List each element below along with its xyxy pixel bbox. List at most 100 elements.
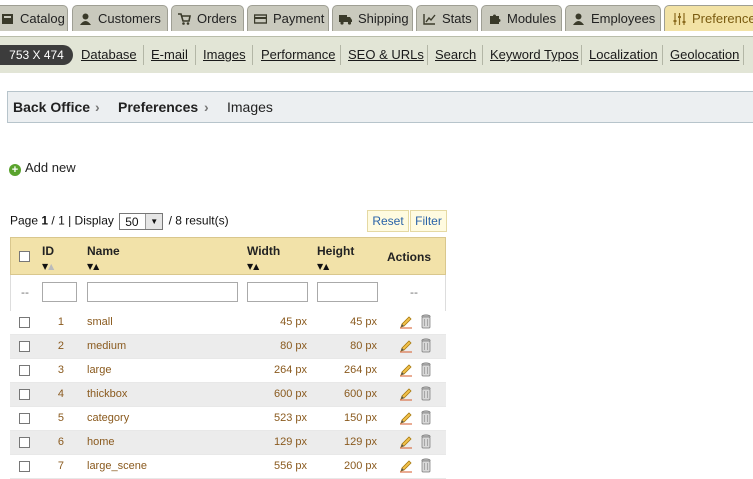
edit-pencil-icon[interactable]	[399, 411, 413, 425]
breadcrumb-back-office[interactable]: Back Office	[13, 92, 90, 122]
breadcrumb: Back Office › Preferences › Images	[7, 91, 753, 123]
divider	[195, 45, 196, 65]
subnav-geolocation[interactable]: Geolocation	[670, 47, 739, 62]
divider	[143, 45, 144, 65]
cell-width: 129 px	[273, 436, 307, 448]
tab-label: Modules	[507, 11, 557, 26]
cell-height: 45 px	[350, 316, 377, 328]
delete-trash-icon[interactable]	[421, 386, 431, 401]
tab-label: Payment	[273, 11, 325, 26]
subnav-localization[interactable]: Localization	[589, 47, 658, 62]
add-new-link[interactable]: + Add new	[9, 160, 76, 176]
tab-label: Orders	[197, 11, 237, 26]
cell-name: large_scene	[87, 460, 147, 472]
subnav-email[interactable]: E-mail	[151, 47, 188, 62]
table-row[interactable]: 5 category 523 px 150 px	[10, 407, 446, 431]
filter-name-input[interactable]	[87, 282, 238, 302]
row-checkbox[interactable]	[19, 461, 30, 472]
edit-pencil-icon[interactable]	[399, 315, 413, 329]
tab-modules[interactable]: Modules	[481, 5, 562, 31]
row-checkbox[interactable]	[19, 413, 30, 424]
pagination: Page 1 / 1 | Display 50 ▼ / 8 result(s)	[10, 213, 229, 230]
per-page-select[interactable]: 50 ▼	[119, 213, 164, 230]
filter-dash: --	[21, 286, 29, 299]
stats-chart-icon	[423, 8, 436, 25]
cell-id: 4	[57, 388, 64, 400]
table-row[interactable]: 6 home 129 px 129 px	[10, 431, 446, 455]
customers-icon	[79, 8, 92, 25]
edit-pencil-icon[interactable]	[399, 435, 413, 449]
subnav-search[interactable]: Search	[435, 47, 476, 62]
table-row[interactable]: 3 large 264 px 264 px	[10, 359, 446, 383]
cell-id: 5	[57, 412, 64, 424]
edit-pencil-icon[interactable]	[399, 387, 413, 401]
cell-name: category	[87, 412, 130, 424]
table-row[interactable]: 4 thickbox 600 px 600 px	[10, 383, 446, 407]
display-label: | Display	[68, 213, 114, 228]
cell-id: 7	[57, 460, 64, 472]
tab-shipping[interactable]: Shipping	[332, 5, 413, 31]
cell-height: 600 px	[343, 388, 377, 400]
edit-pencil-icon[interactable]	[399, 459, 413, 473]
tab-employees[interactable]: Employees	[565, 5, 661, 31]
delete-trash-icon[interactable]	[421, 338, 431, 353]
edit-pencil-icon[interactable]	[399, 339, 413, 353]
table-row[interactable]: 7 large_scene 556 px 200 px	[10, 455, 446, 479]
divider	[662, 45, 663, 65]
tab-stats[interactable]: Stats	[416, 5, 478, 31]
table-row[interactable]: 1 small 45 px 45 px	[10, 311, 446, 335]
delete-trash-icon[interactable]	[421, 362, 431, 377]
sort-height-icon[interactable]: ▼▲	[317, 262, 329, 271]
subnav-keyword-typos[interactable]: Keyword Typos	[490, 47, 579, 62]
cell-height: 264 px	[343, 364, 377, 376]
divider	[743, 45, 744, 65]
subnav-performance[interactable]: Performance	[261, 47, 335, 62]
delete-trash-icon[interactable]	[421, 410, 431, 425]
sort-width-icon[interactable]: ▼▲	[247, 262, 259, 271]
row-checkbox[interactable]	[19, 437, 30, 448]
preferences-subnav: 753 X 474 Database E-mail Images Perform…	[0, 36, 753, 73]
cell-name: large	[87, 364, 112, 376]
filter-width-input[interactable]	[247, 282, 308, 302]
subnav-database[interactable]: Database	[81, 47, 137, 62]
tab-preferences[interactable]: Preferences	[664, 5, 753, 31]
page-total: / 1	[51, 213, 65, 228]
cell-height: 80 px	[350, 340, 377, 352]
tab-orders[interactable]: Orders	[171, 5, 244, 31]
filter-id-input[interactable]	[42, 282, 77, 302]
sort-id-icon[interactable]: ▼▲	[42, 262, 54, 271]
chevron-down-icon: ▼	[145, 214, 163, 229]
subnav-seo-urls[interactable]: SEO & URLs	[348, 47, 424, 62]
delete-trash-icon[interactable]	[421, 434, 431, 449]
filter-dash: --	[410, 286, 418, 299]
sort-name-icon[interactable]: ▼▲	[87, 262, 99, 271]
breadcrumb-preferences[interactable]: Preferences	[118, 92, 198, 122]
row-checkbox[interactable]	[19, 389, 30, 400]
table-row[interactable]: 2 medium 80 px 80 px	[10, 335, 446, 359]
add-new-label: Add new	[25, 160, 76, 175]
reset-button[interactable]: Reset	[367, 210, 409, 232]
tab-payment[interactable]: Payment	[247, 5, 329, 31]
delete-trash-icon[interactable]	[421, 314, 431, 329]
breadcrumb-separator-icon: ›	[95, 99, 100, 115]
result-count: / 8 result(s)	[168, 213, 229, 228]
row-checkbox[interactable]	[19, 317, 30, 328]
filter-button[interactable]: Filter	[410, 210, 447, 232]
tab-catalog[interactable]: Catalog	[0, 5, 68, 31]
subnav-images[interactable]: Images	[203, 47, 246, 62]
delete-trash-icon[interactable]	[421, 458, 431, 473]
column-header-name: Name	[87, 244, 120, 258]
column-header-width: Width	[247, 244, 281, 258]
truck-icon	[339, 8, 352, 25]
edit-pencil-icon[interactable]	[399, 363, 413, 377]
cell-height: 129 px	[343, 436, 377, 448]
table-header: ID ▼▲ Name ▼▲ Width ▼▲ Height ▼▲ Actions	[10, 237, 446, 275]
tab-customers[interactable]: Customers	[72, 5, 168, 31]
select-all-checkbox[interactable]	[19, 251, 30, 262]
filter-height-input[interactable]	[317, 282, 378, 302]
row-checkbox[interactable]	[19, 341, 30, 352]
puzzle-icon	[488, 8, 501, 24]
row-checkbox[interactable]	[19, 365, 30, 376]
cell-id: 3	[57, 364, 64, 376]
cell-width: 556 px	[273, 460, 307, 472]
